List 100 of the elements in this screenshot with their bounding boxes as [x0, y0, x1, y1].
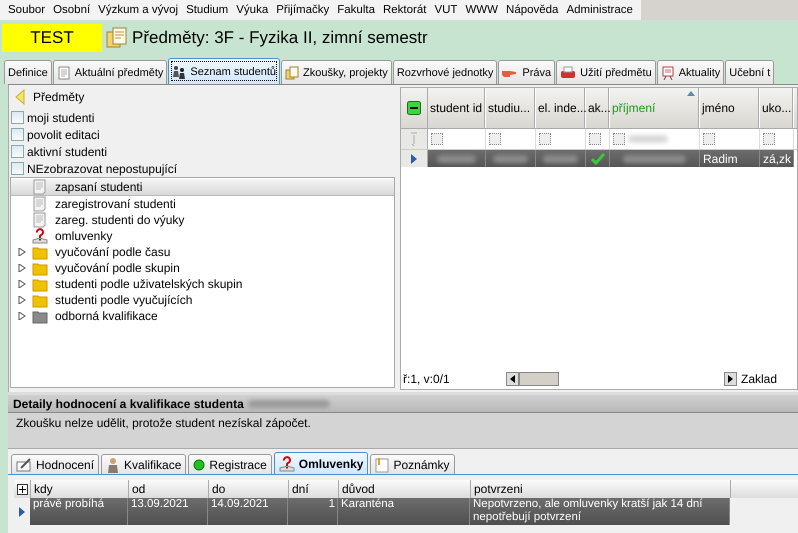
column-header[interactable]: uko... — [760, 88, 794, 128]
back-arrow-icon — [15, 89, 25, 105]
table-cell-text: zá,zk — [762, 152, 792, 166]
layout-button[interactable] — [724, 372, 737, 386]
table-row[interactable]: Radim zá,zk — [401, 150, 797, 167]
minus-icon — [407, 101, 421, 115]
question-book-icon — [278, 456, 295, 472]
tab[interactable]: Hodnocení — [11, 454, 100, 474]
menu-item[interactable]: Osobní — [49, 4, 94, 16]
filter-field[interactable] — [613, 133, 625, 145]
horizontal-scrollbar[interactable] — [506, 372, 559, 386]
back-link[interactable]: Předměty — [9, 87, 395, 107]
tree-item[interactable]: studenti podle vyučujících — [11, 292, 394, 308]
checkbox[interactable] — [11, 162, 24, 175]
menu-item[interactable]: WWW — [461, 4, 502, 16]
table-cell: Karanténa — [341, 498, 394, 510]
tree-item[interactable]: zareg. studenti do výuky — [11, 212, 394, 228]
checkbox-label: povolit editaci — [27, 128, 100, 142]
tree-item-label[interactable]: zapsaní studenti — [55, 180, 142, 194]
tab[interactable]: Poznámky — [370, 454, 454, 474]
table-cell: 14.09.2021 — [211, 498, 269, 510]
column-header[interactable]: jméno — [700, 88, 760, 128]
environment-badge: TEST — [2, 24, 102, 52]
tab[interactable]: Učební t — [725, 60, 774, 84]
tree-item-label[interactable]: odborná kvalifikace — [55, 309, 158, 323]
question-book-icon — [32, 228, 48, 244]
tree-item-label[interactable]: zaregistrovaní studenti — [55, 197, 176, 211]
column-header[interactable]: studiu... — [486, 88, 536, 128]
tree-item[interactable]: vyučování podle času — [11, 244, 394, 260]
scroll-left-icon — [510, 375, 515, 383]
blurred-text — [628, 135, 668, 143]
checkbox[interactable] — [11, 111, 24, 124]
column-header[interactable]: student id — [428, 88, 486, 128]
checkbox-label: aktivní studenti — [27, 144, 108, 158]
menu-item[interactable]: Výzkum a vývoj — [94, 4, 182, 16]
tree-item[interactable]: zapsaní studenti — [11, 179, 394, 196]
tree-item-label[interactable]: zareg. studenti do výuky — [55, 213, 184, 227]
menu-item[interactable]: Soubor — [4, 4, 50, 16]
window-title: Předměty: 3F - Fyzika II, zimní semestr — [132, 28, 428, 48]
expand-icon[interactable] — [18, 248, 26, 256]
expand-icon[interactable] — [18, 280, 26, 288]
table-cell: 1 — [328, 498, 335, 510]
menu-item[interactable]: Nápověda — [502, 4, 562, 16]
tree-item-label[interactable]: omluvenky — [55, 229, 112, 243]
menu-item[interactable]: Výuka — [232, 4, 272, 16]
checkbox[interactable] — [11, 145, 24, 158]
menu-item[interactable]: Administrace — [562, 4, 637, 16]
menu-item[interactable]: Rektorát — [378, 4, 430, 16]
checkbox[interactable] — [11, 128, 24, 141]
table-cell: 13.09.2021 — [131, 498, 189, 510]
record-count: ř:1, v:0/1 — [403, 372, 450, 386]
tree-item-label[interactable]: vyučování podle skupin — [55, 261, 180, 275]
current-row-icon — [19, 506, 25, 516]
column-header[interactable]: ak... — [586, 88, 610, 128]
column-header[interactable]: el. inde... — [536, 88, 586, 128]
filter-field[interactable] — [763, 133, 775, 145]
checkbox-label: NEzobrazovat nepostupující — [27, 162, 178, 176]
back-link-label[interactable]: Předměty — [33, 90, 84, 104]
tree-item-label[interactable]: studenti podle vyučujících — [55, 293, 192, 307]
menu-item[interactable]: VUT — [430, 4, 462, 16]
tree-item[interactable]: omluvenky — [11, 228, 394, 244]
filter-field[interactable] — [431, 133, 443, 145]
tree-item-label[interactable]: studenti podle uživatelských skupin — [55, 277, 242, 291]
documents-icon — [105, 26, 129, 50]
table-row[interactable]: právě probíhá 13.09.2021 14.09.2021 1 Karanténa Nepotvrzeno, ale omluvenky kratší jak 14 dní nepotřebují potvrzení — [14, 498, 798, 525]
tab[interactable]: Omluvenky — [274, 452, 368, 474]
filter-field[interactable] — [703, 133, 715, 145]
tab[interactable]: Aktuální předměty — [52, 60, 168, 84]
document-icon — [56, 66, 71, 80]
expand-icon[interactable] — [18, 296, 26, 304]
tree-item[interactable]: studenti podle uživatelských skupin — [11, 276, 394, 292]
notice-board-icon — [660, 66, 675, 80]
tab[interactable]: Definice — [4, 60, 52, 84]
menu-item[interactable]: Fakulta — [333, 4, 379, 16]
filter-field[interactable] — [539, 133, 551, 145]
checkbox-label: moji studenti — [27, 110, 94, 124]
tab[interactable]: Aktuality — [656, 60, 724, 84]
filter-field[interactable] — [489, 133, 501, 145]
tab[interactable]: Kvalifikace — [101, 454, 186, 474]
table-cell: Nepotvrzeno, ale omluvenky kratší jak 14 dní nepotřebují potvrzení — [473, 498, 702, 523]
tab[interactable]: Zkoušky, projekty — [281, 60, 392, 84]
expand-icon[interactable] — [18, 264, 26, 272]
tree-item[interactable]: vyučování podle skupin — [11, 260, 394, 276]
message-text: Zkoušku nelze udělit, protože student nezískal zápočet. — [16, 416, 311, 430]
tree-item[interactable]: odborná kvalifikace — [11, 308, 394, 324]
layout-field[interactable]: Zaklad — [737, 372, 797, 386]
tab[interactable]: Rozvrhové jednotky — [392, 60, 498, 84]
blurred-text — [436, 154, 476, 162]
menu-item[interactable]: Studium — [182, 4, 232, 16]
tree-item[interactable]: zaregistrovaní studenti — [11, 196, 394, 212]
tab[interactable]: Registrace — [188, 454, 272, 474]
current-row-icon — [411, 154, 417, 164]
sort-ascending-icon — [687, 91, 695, 96]
tab[interactable]: Seznam studentů — [168, 58, 280, 84]
tab[interactable]: Užití předmětu — [556, 60, 656, 84]
tab[interactable]: Práva — [498, 60, 556, 84]
tree-item-label[interactable]: vyučování podle času — [55, 245, 170, 259]
filter-field[interactable] — [589, 133, 601, 145]
menu-item[interactable]: Přijímačky — [272, 4, 334, 16]
expand-icon[interactable] — [18, 312, 26, 320]
